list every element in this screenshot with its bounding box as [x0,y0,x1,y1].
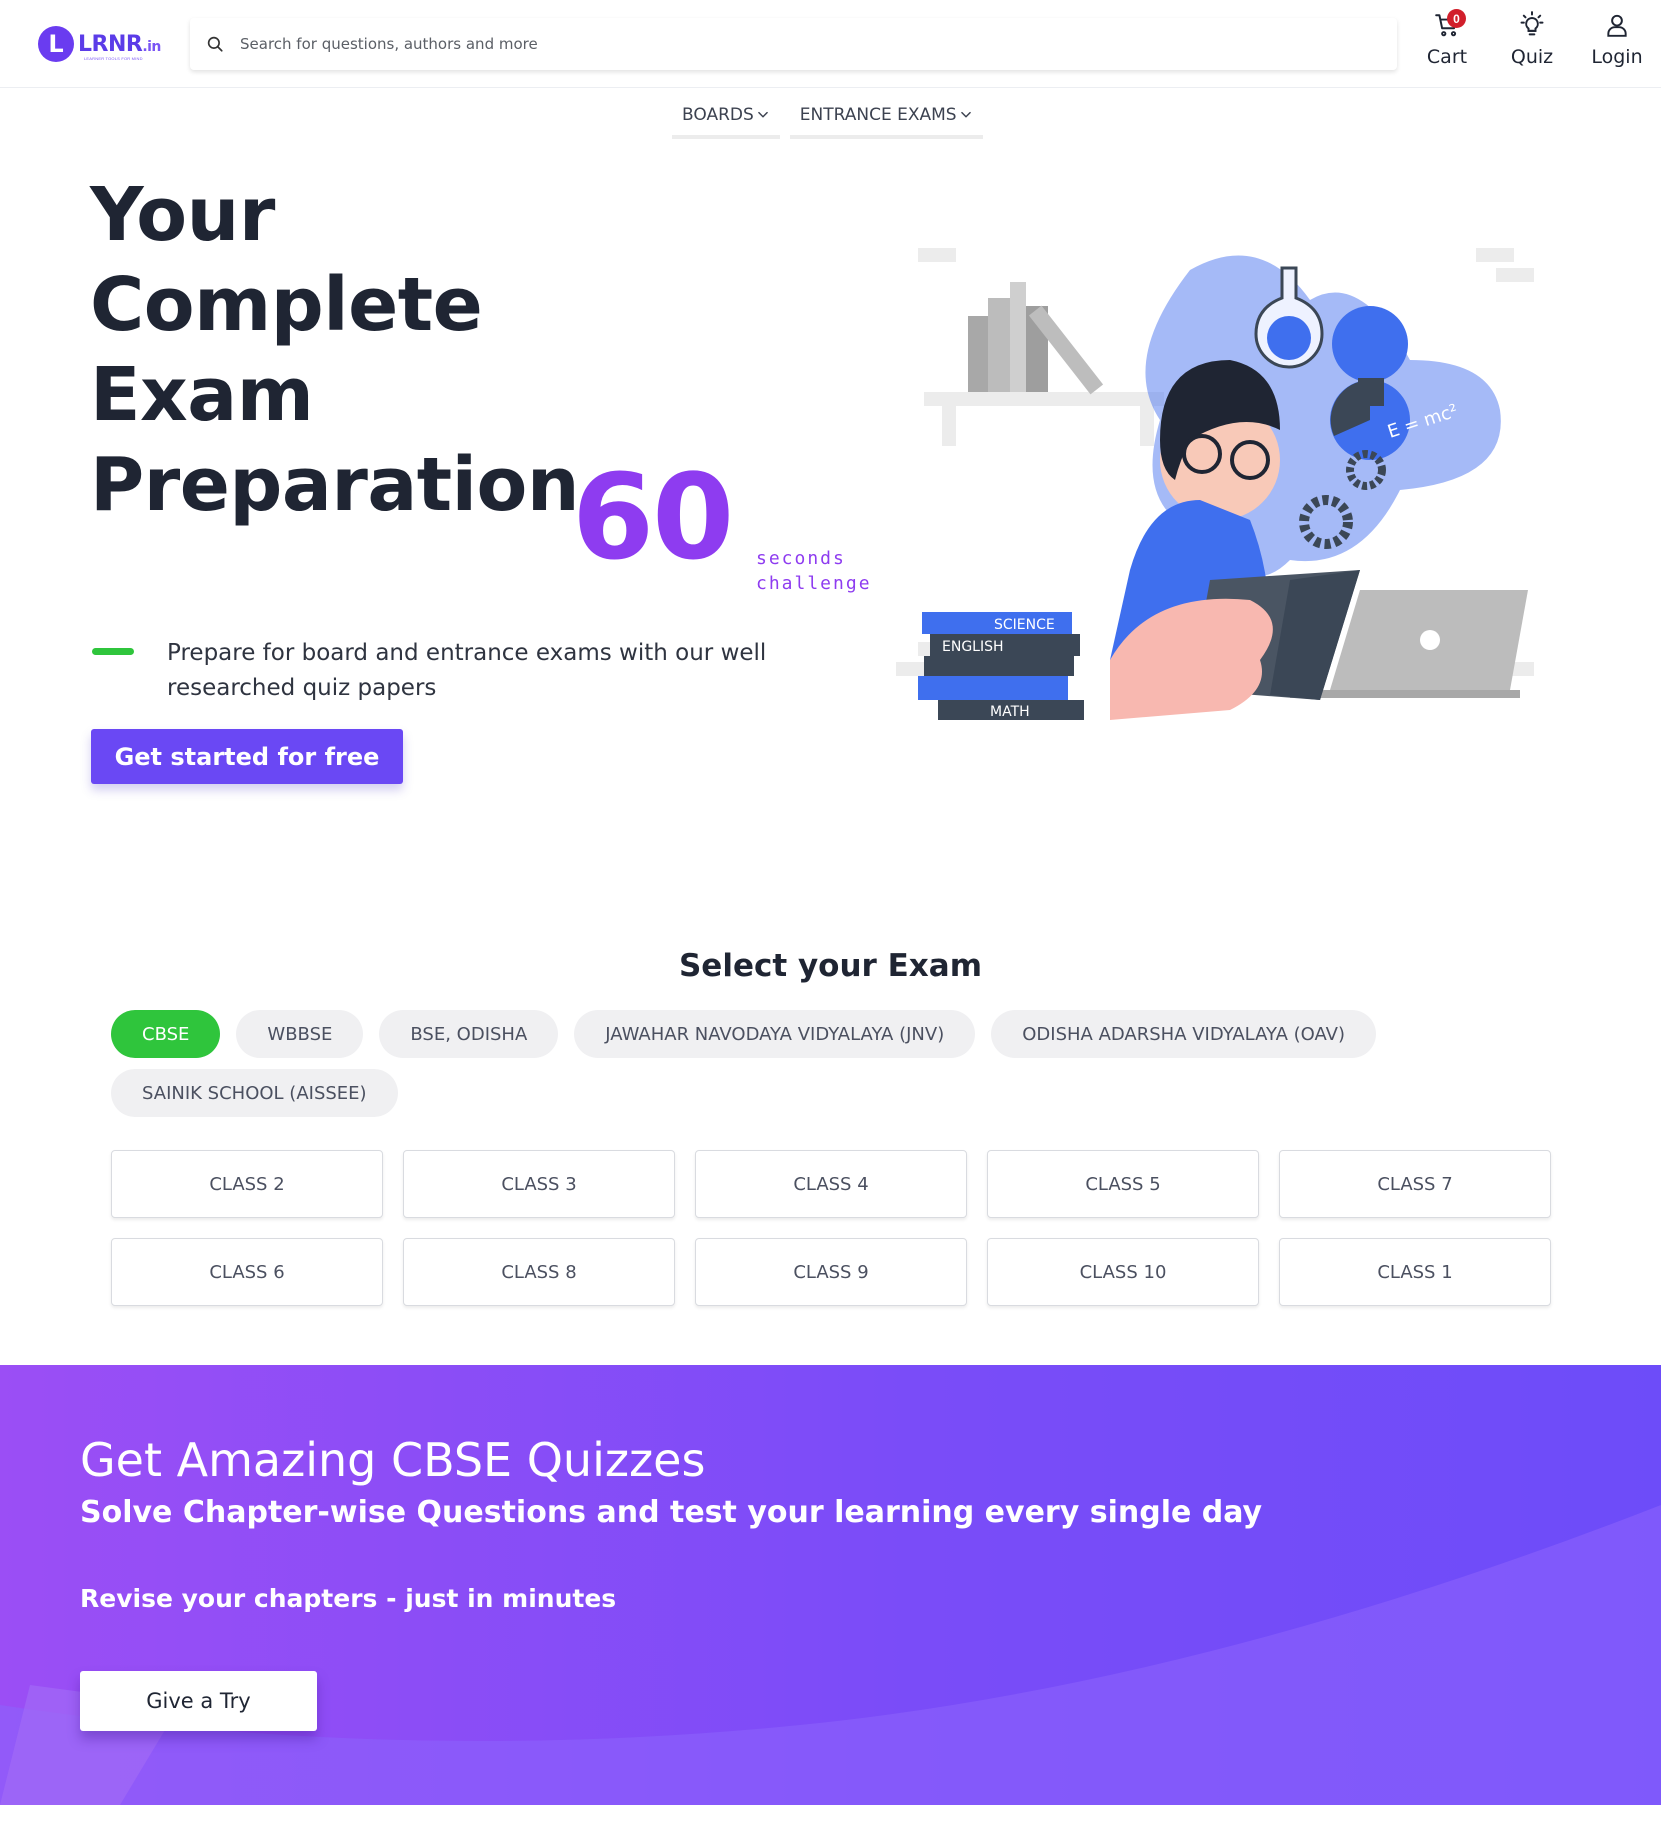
class-button[interactable]: CLASS 2 [111,1150,383,1218]
cart-label: Cart [1426,46,1468,68]
board-chip[interactable]: SAINIK SCHOOL (AISSEE) [111,1069,398,1117]
login-button[interactable]: Login [1580,10,1654,76]
nav-boards[interactable]: BOARDS [672,95,780,139]
hero-subtitle: Prepare for board and entrance exams wit… [167,640,767,701]
cart-button[interactable]: 0 Cart [1410,9,1484,76]
hero-title-line: Exam [90,352,314,438]
logo-mark: L [38,26,74,62]
chevron-down-icon [960,111,971,118]
book-math-label: MATH [990,704,1030,720]
board-chip[interactable]: CBSE [111,1010,221,1058]
class-button[interactable]: CLASS 3 [403,1150,675,1218]
select-exam-title: Select your Exam [678,948,983,984]
class-button[interactable]: CLASS 10 [987,1238,1259,1306]
banner-subheading: Solve Chapter-wise Questions and test yo… [80,1495,1263,1530]
lightbulb-icon [1520,11,1544,36]
logo-name: LRNR [78,31,143,57]
board-chips: CBSE WBBSE BSE, ODISHA JAWAHAR NAVODAYA VID… [111,1010,1411,1117]
logo-tagline: LEARNER TOOLS FOR MIND [84,56,143,61]
quiz-label: Quiz [1510,46,1554,68]
class-button[interactable]: CLASS 5 [987,1150,1259,1218]
hero-60-number: 60 [572,448,734,586]
quiz-button[interactable]: Quiz [1495,10,1569,76]
site-header: L LRNR.in LEARNER TOOLS FOR MIND 0 Cart … [0,0,1661,88]
logo-suffix: .in [142,38,161,55]
search-input[interactable] [240,18,1340,70]
book-english-label: ENGLISH [942,639,1004,655]
logo-text: LRNR.in [78,32,161,57]
login-label: Login [1591,46,1643,68]
class-grid: CLASS 2 CLASS 3 CLASS 4 CLASS 5 CLASS 7 CLASS… [111,1150,1553,1306]
hero-illustration: E = mc² SCIENCE ENGLISH MATH [896,248,1534,720]
class-button[interactable]: CLASS 6 [111,1238,383,1306]
challenge-line: seconds [756,548,846,569]
board-chip[interactable]: WBBSE [236,1010,364,1058]
book-science-label: SCIENCE [994,617,1055,633]
logo[interactable]: L LRNR.in LEARNER TOOLS FOR MIND [38,22,168,66]
board-chip[interactable]: BSE, ODISHA [379,1010,559,1058]
nav-boards-label: BOARDS [682,105,754,125]
accent-dash [92,648,134,655]
hero-challenge-label: seconds challenge [756,546,872,596]
cart-count-badge: 0 [1447,9,1466,28]
main-nav: BOARDS ENTRANCE EXAMS [672,95,983,139]
banner-heading: Get Amazing CBSE Quizzes [80,1433,706,1487]
class-button[interactable]: CLASS 8 [403,1238,675,1306]
search-icon [207,36,223,52]
get-started-button[interactable]: Get started for free [91,729,403,784]
nav-entrance-label: ENTRANCE EXAMS [799,105,957,125]
search-bar [190,18,1397,70]
chevron-down-icon [757,111,768,118]
board-chip[interactable]: ODISHA ADARSHA VIDYALAYA (OAV) [991,1010,1377,1058]
nav-entrance-exams[interactable]: ENTRANCE EXAMS [789,95,983,139]
class-button[interactable]: CLASS 1 [1279,1238,1551,1306]
hero-title-line: Preparation [90,442,580,528]
quiz-banner: Get Amazing CBSE Quizzes Solve Chapter-w… [0,1365,1661,1805]
user-icon [1607,14,1627,37]
board-chip[interactable]: JAWAHAR NAVODAYA VIDYALAYA (JNV) [574,1010,976,1058]
challenge-line: challenge [756,573,872,594]
hero-title-line: Complete [90,262,483,348]
hero-title: Your Complete Exam Preparation [90,170,580,530]
class-button[interactable]: CLASS 4 [695,1150,967,1218]
class-button[interactable]: CLASS 9 [695,1238,967,1306]
class-button[interactable]: CLASS 7 [1279,1150,1551,1218]
banner-tagline: Revise your chapters - just in minutes [80,1584,617,1613]
give-a-try-button[interactable]: Give a Try [80,1671,317,1731]
hero-title-line: Your [90,172,275,258]
